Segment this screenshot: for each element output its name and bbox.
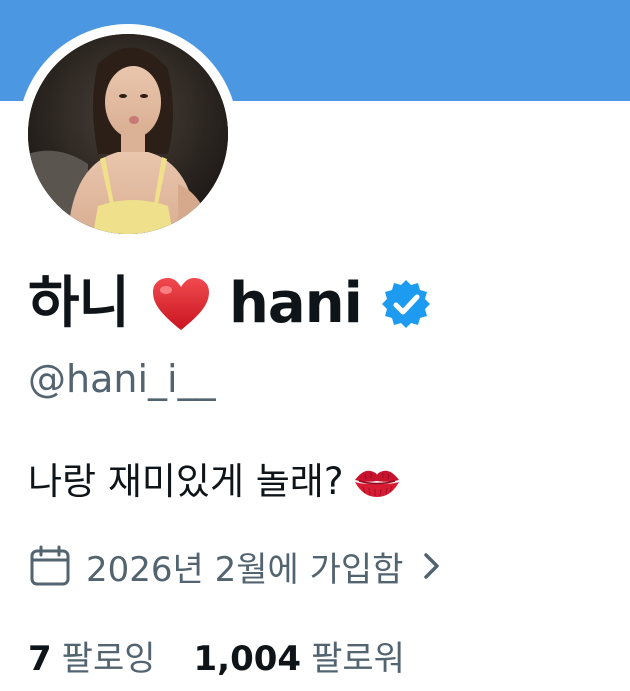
following-link[interactable]: 7 팔로잉 <box>28 631 156 680</box>
red-heart-icon <box>151 276 211 332</box>
kiss-mark-icon <box>353 465 401 499</box>
chevron-right-icon[interactable] <box>421 549 443 583</box>
following-count: 7 <box>28 639 52 679</box>
bio-text: 나랑 재미있게 놀래? <box>28 460 344 503</box>
user-handle: @hani_i__ <box>28 357 216 401</box>
profile-bio: 나랑 재미있게 놀래? <box>28 463 401 500</box>
profile-page: 하니 hani @hani_i__ 나랑 재미있게 놀래? 2026년 2월에 … <box>0 0 630 691</box>
verified-badge-icon[interactable] <box>380 278 432 330</box>
avatar-photo <box>28 34 228 234</box>
followers-count: 1,004 <box>193 639 302 679</box>
following-label: 팔로잉 <box>61 639 156 679</box>
follow-stats: 7 팔로잉 1,004 팔로워 <box>28 631 405 680</box>
calendar-icon <box>28 544 72 588</box>
display-name-suffix: hani <box>229 271 363 336</box>
joined-date-row[interactable]: 2026년 2월에 가입함 <box>28 541 443 591</box>
display-name-row: 하니 hani <box>28 264 432 344</box>
display-name-prefix: 하니 <box>28 271 130 336</box>
followers-link[interactable]: 1,004 팔로워 <box>194 631 405 680</box>
joined-date-text: 2026년 2월에 가입함 <box>86 549 404 590</box>
avatar-ring <box>18 24 238 244</box>
avatar[interactable] <box>28 34 228 234</box>
followers-label: 팔로워 <box>311 639 405 679</box>
